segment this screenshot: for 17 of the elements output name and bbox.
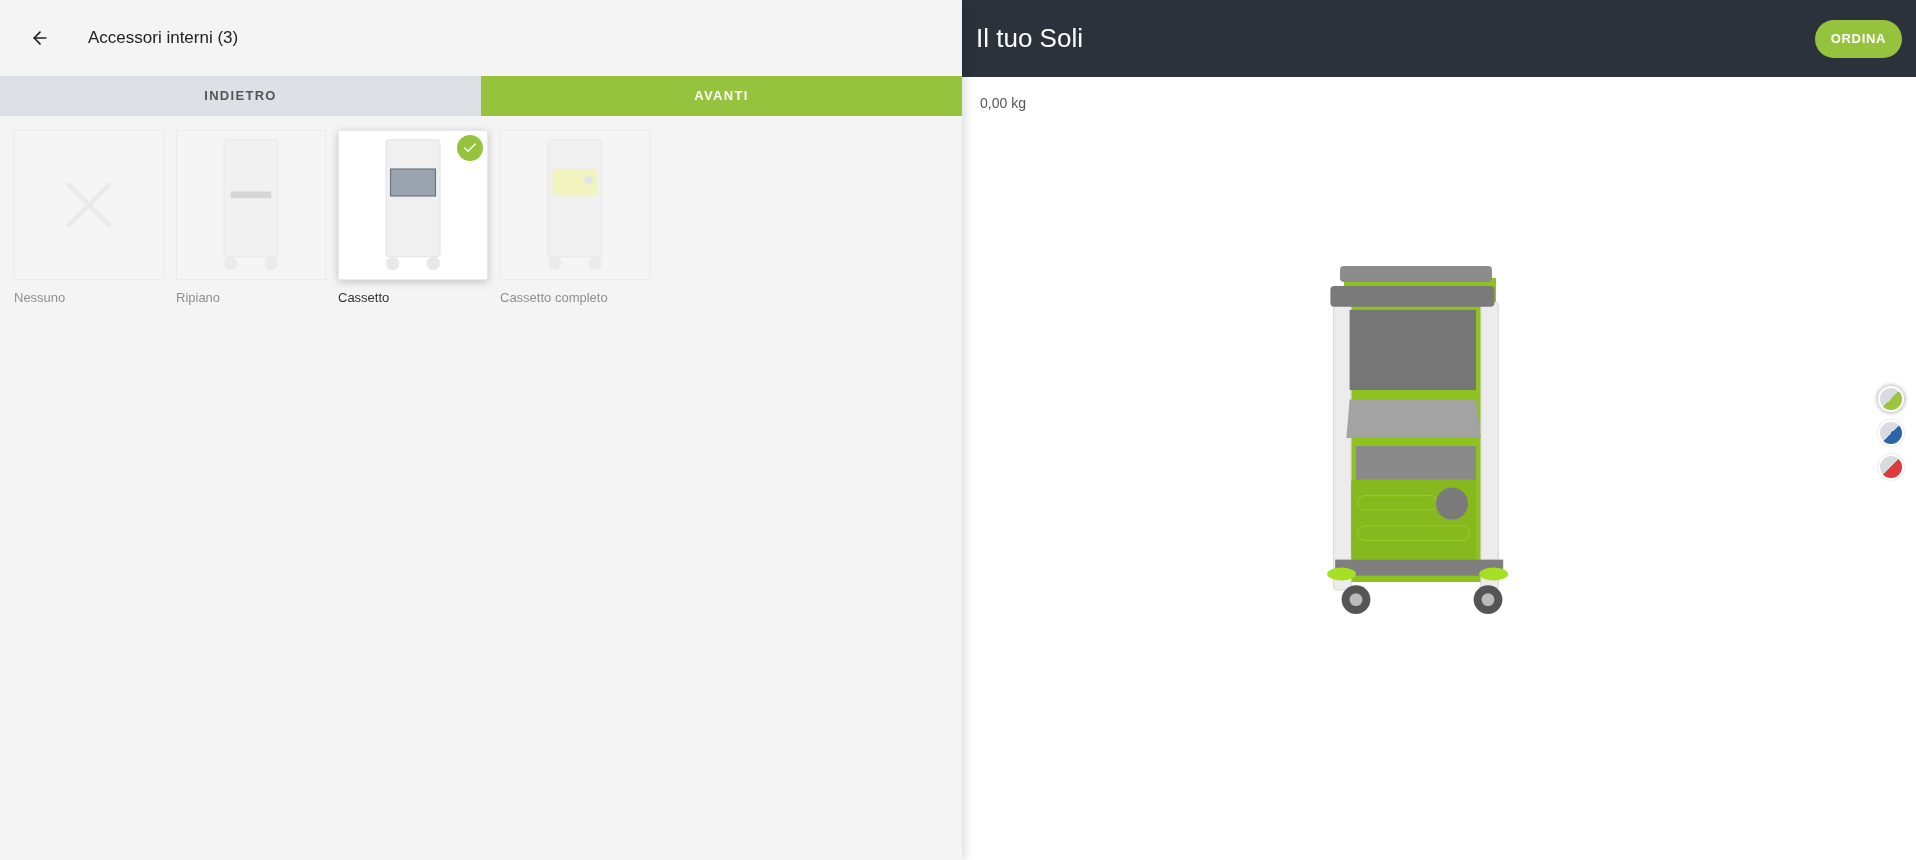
- page-title: Accessori interni (3): [88, 27, 239, 50]
- option-tile[interactable]: [500, 130, 650, 280]
- order-button[interactable]: ORDINA: [1814, 19, 1902, 58]
- weight-text: 0,00 kg: [979, 94, 1027, 113]
- check-icon: [457, 135, 483, 161]
- color-swatch[interactable]: [1878, 386, 1904, 412]
- color-swatch[interactable]: [1878, 454, 1904, 480]
- option-tile[interactable]: [176, 130, 326, 280]
- option-tile[interactable]: [338, 130, 488, 280]
- color-swatch[interactable]: [1878, 420, 1904, 446]
- option-label: Nessuno: [14, 289, 67, 307]
- preview-title: Il tuo Soli: [976, 22, 1083, 55]
- option-label: Cassetto: [338, 289, 391, 307]
- back-button[interactable]: INDIETRO: [0, 76, 481, 116]
- next-button[interactable]: AVANTI: [481, 76, 962, 116]
- option-label: Ripiano: [176, 289, 222, 307]
- option-label: Cassetto completo: [500, 289, 609, 307]
